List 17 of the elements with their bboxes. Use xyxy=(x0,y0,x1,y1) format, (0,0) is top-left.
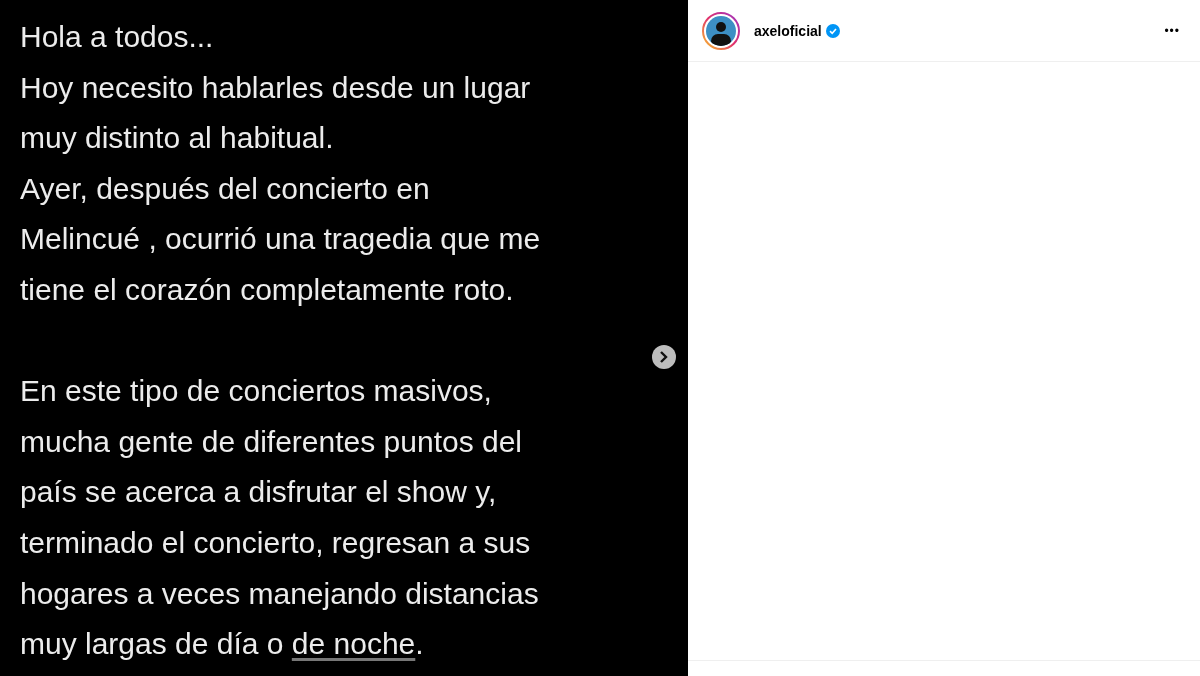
text-line: Hola a todos... xyxy=(20,19,214,55)
text-line: Melincué , ocurrió una tragedia que me xyxy=(20,221,541,258)
text-line: mucha gente de diferentes puntos del xyxy=(20,423,523,460)
username[interactable]: axeloficial xyxy=(754,22,822,39)
text-line: Hoy necesito hablarles desde un lugar xyxy=(20,69,531,106)
text-line: Ayer, después del concierto en xyxy=(20,170,430,207)
text-line: muy largas de día o de noche. xyxy=(20,626,424,663)
text-line: hogares a veces manejando distancias xyxy=(20,575,539,612)
text-line: muy distinto al habitual. xyxy=(20,120,334,157)
text-line: tiene el corazón completamente roto. xyxy=(20,271,514,308)
chevron-right-icon xyxy=(659,351,669,363)
text-line: terminado el concierto, regresan a sus xyxy=(20,524,531,561)
more-options-button[interactable]: ••• xyxy=(1160,19,1184,42)
next-button[interactable] xyxy=(652,345,676,369)
text-line: En este tipo de conciertos masivos, xyxy=(20,373,492,410)
avatar[interactable] xyxy=(702,11,740,50)
text-line: país se acerca a disfrutar el show y, xyxy=(20,474,497,511)
